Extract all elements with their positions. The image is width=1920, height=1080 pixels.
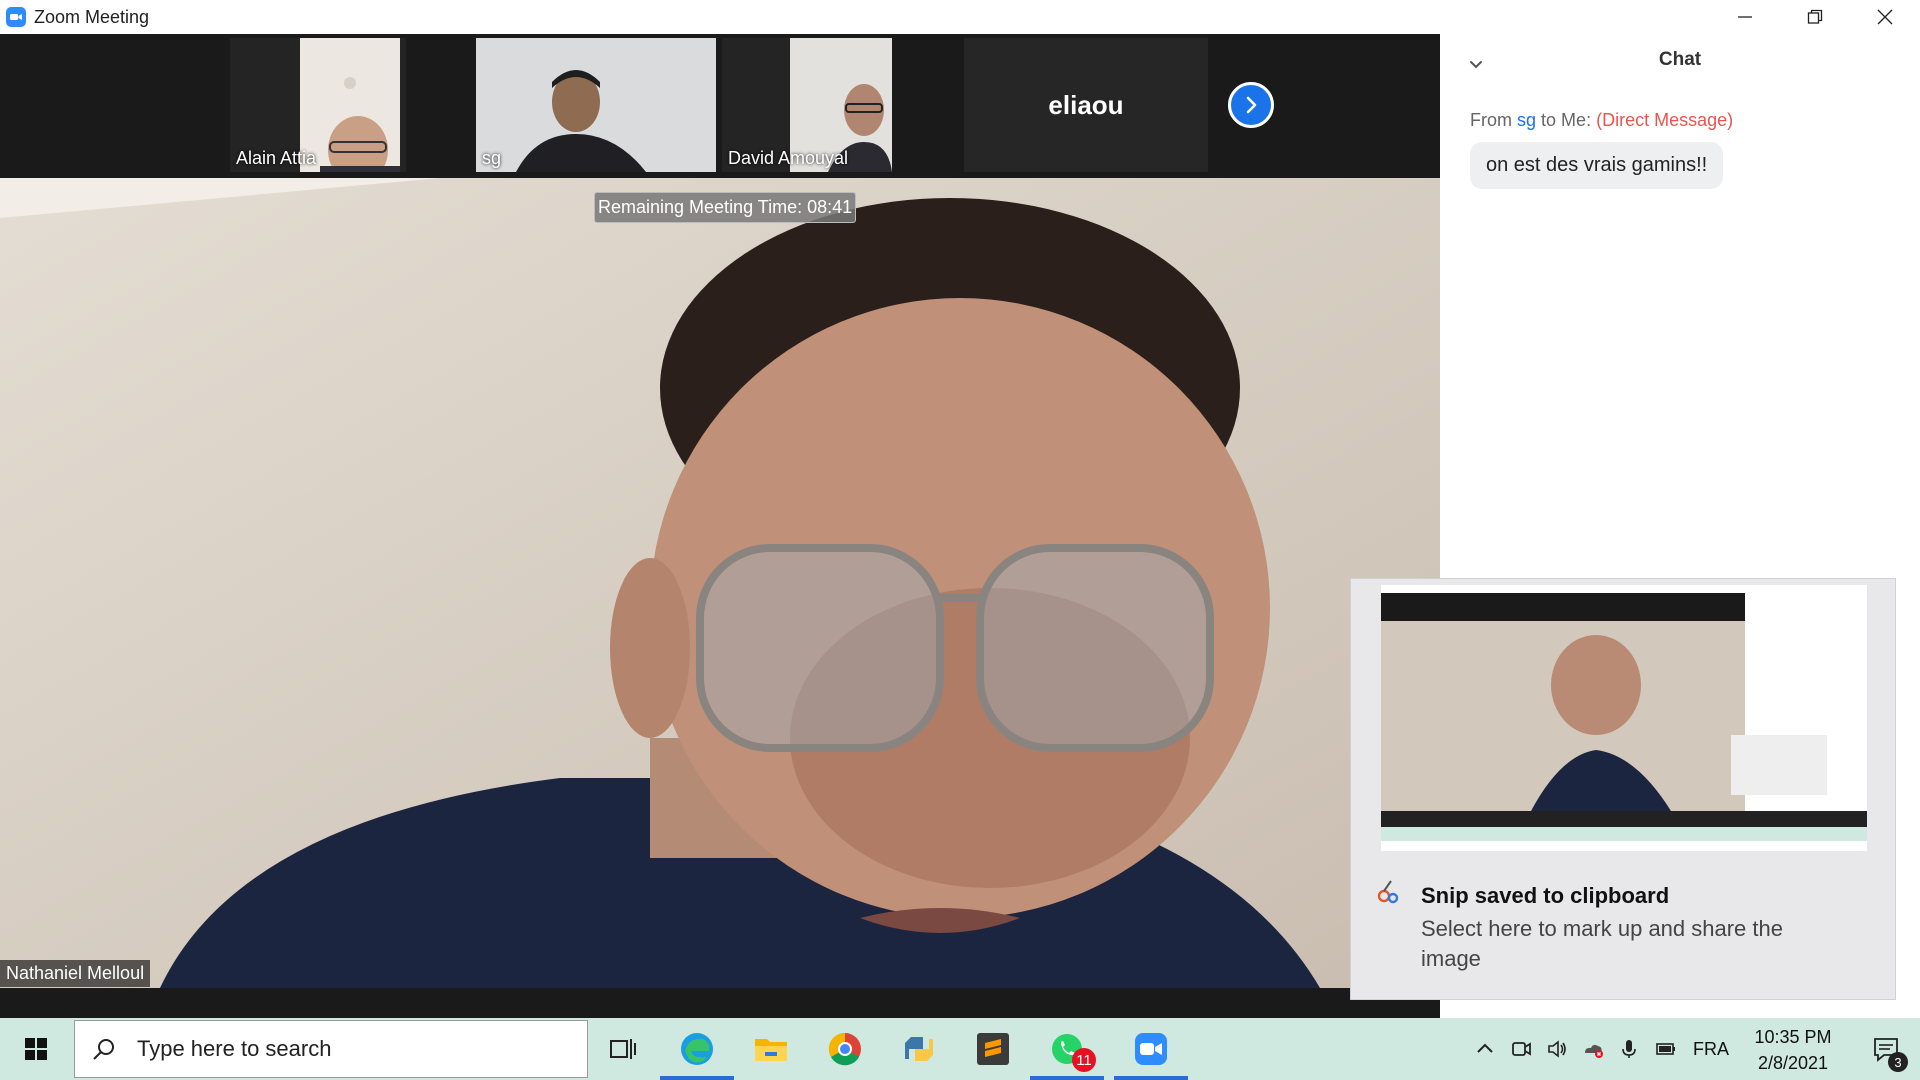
tray-overflow[interactable] xyxy=(1470,1018,1500,1080)
participant-tile[interactable]: sg xyxy=(476,38,716,172)
chat-message-bubble: on est des vrais gamins!! xyxy=(1470,142,1724,189)
restore-button[interactable] xyxy=(1780,0,1850,34)
chat-message-header: From sg to Me: (Direct Message) xyxy=(1470,110,1733,131)
participant-tile[interactable]: eliaou xyxy=(964,38,1208,172)
chevron-up-icon xyxy=(1477,1043,1493,1053)
minimize-icon xyxy=(1738,16,1752,18)
chat-title: Chat xyxy=(1658,49,1702,70)
tray-microphone[interactable] xyxy=(1614,1018,1644,1080)
task-view-icon xyxy=(610,1039,636,1059)
snip-body: Select here to mark up and share the ima… xyxy=(1421,916,1783,971)
sublime-icon xyxy=(977,1033,1009,1065)
speaker-video-frame xyxy=(0,178,1440,988)
participant-tile[interactable]: Alain Attia xyxy=(230,38,406,172)
chevron-right-icon xyxy=(1246,96,1257,114)
search-placeholder: Type here to search xyxy=(137,1036,332,1061)
snip-notification[interactable]: Snip saved to clipboard Select here to m… xyxy=(1350,578,1896,1000)
close-icon xyxy=(1877,9,1893,25)
taskbar-chrome[interactable] xyxy=(808,1018,882,1080)
zoom-icon xyxy=(1135,1033,1167,1065)
python-icon xyxy=(905,1037,933,1061)
taskbar-search-box[interactable]: Type here to search xyxy=(74,1020,588,1078)
participant-video xyxy=(476,38,716,172)
participant-name: eliaou xyxy=(1048,89,1124,120)
meeting-bottom-bar xyxy=(0,988,1440,1018)
chat-header: Chat xyxy=(1440,34,1920,86)
microphone-icon xyxy=(1622,1040,1636,1058)
participant-name: sg xyxy=(482,148,502,168)
onedrive-error-icon xyxy=(1585,1044,1603,1058)
file-explorer-icon xyxy=(755,1039,787,1061)
taskbar-zoom[interactable] xyxy=(1114,1018,1188,1080)
taskbar: Type here to search 11 FRA 10:35 PM 2/8/… xyxy=(0,1018,1920,1080)
close-button[interactable] xyxy=(1850,0,1920,34)
tray-volume[interactable] xyxy=(1542,1018,1572,1080)
restore-icon xyxy=(1807,9,1823,24)
active-speaker-video xyxy=(0,178,1440,988)
start-button[interactable] xyxy=(0,1018,72,1080)
participant-name: Alain Attia xyxy=(236,148,317,168)
windows-icon xyxy=(25,1038,47,1060)
taskbar-sublime[interactable] xyxy=(956,1018,1030,1080)
taskbar-python[interactable] xyxy=(882,1018,956,1080)
volume-icon xyxy=(1548,1040,1566,1058)
tray-clock[interactable]: 10:35 PM 2/8/2021 xyxy=(1740,1024,1846,1076)
clock-time: 10:35 PM xyxy=(1754,1027,1832,1047)
tray-meet-now[interactable] xyxy=(1506,1018,1536,1080)
meeting-area: Alain Attia sg David Amouyal eliaou xyxy=(0,34,1440,1018)
chat-recipient: to Me: xyxy=(1541,110,1592,130)
snip-icon xyxy=(1377,880,1399,904)
search-icon xyxy=(93,1039,114,1060)
title-bar: Zoom Meeting xyxy=(0,0,1920,34)
window-controls xyxy=(1710,0,1920,34)
direct-message-tag: (Direct Message) xyxy=(1596,110,1734,130)
chevron-down-icon[interactable] xyxy=(1468,56,1484,72)
participant-name: David Amouyal xyxy=(728,148,849,168)
action-center-button[interactable]: 3 xyxy=(1856,1018,1916,1080)
tray-language[interactable]: FRA xyxy=(1688,1018,1734,1080)
taskbar-file-explorer[interactable] xyxy=(734,1018,808,1080)
active-speaker-name: Nathaniel Melloul xyxy=(0,960,151,987)
edge-icon xyxy=(681,1033,713,1065)
meet-now-icon xyxy=(1512,1042,1531,1056)
chat-sender[interactable]: sg xyxy=(1517,110,1536,130)
chrome-icon xyxy=(828,1032,861,1066)
tray-battery[interactable] xyxy=(1650,1018,1682,1080)
clock-date: 2/8/2021 xyxy=(1757,1053,1829,1073)
chat-from-label: From xyxy=(1470,110,1512,130)
zoom-icon xyxy=(6,7,26,27)
window-title: Zoom Meeting xyxy=(34,6,150,27)
notification-count: 3 xyxy=(1888,1052,1908,1072)
snip-title: Snip saved to clipboard xyxy=(1421,883,1670,908)
taskbar-whatsapp[interactable]: 11 xyxy=(1030,1018,1104,1080)
tray-onedrive[interactable] xyxy=(1578,1018,1608,1080)
taskbar-task-view[interactable] xyxy=(586,1018,660,1080)
snip-thumbnail xyxy=(1381,585,1867,851)
participant-tile[interactable]: David Amouyal xyxy=(722,38,892,172)
battery-icon xyxy=(1656,1043,1675,1055)
whatsapp-badge: 11 xyxy=(1072,1048,1096,1072)
minimize-button[interactable] xyxy=(1710,0,1780,34)
next-page-button[interactable] xyxy=(1228,82,1274,128)
participant-strip: Alain Attia sg David Amouyal eliaou xyxy=(0,34,1440,178)
taskbar-edge[interactable] xyxy=(660,1018,734,1080)
meeting-timer: Remaining Meeting Time: 08:41 xyxy=(594,192,857,223)
